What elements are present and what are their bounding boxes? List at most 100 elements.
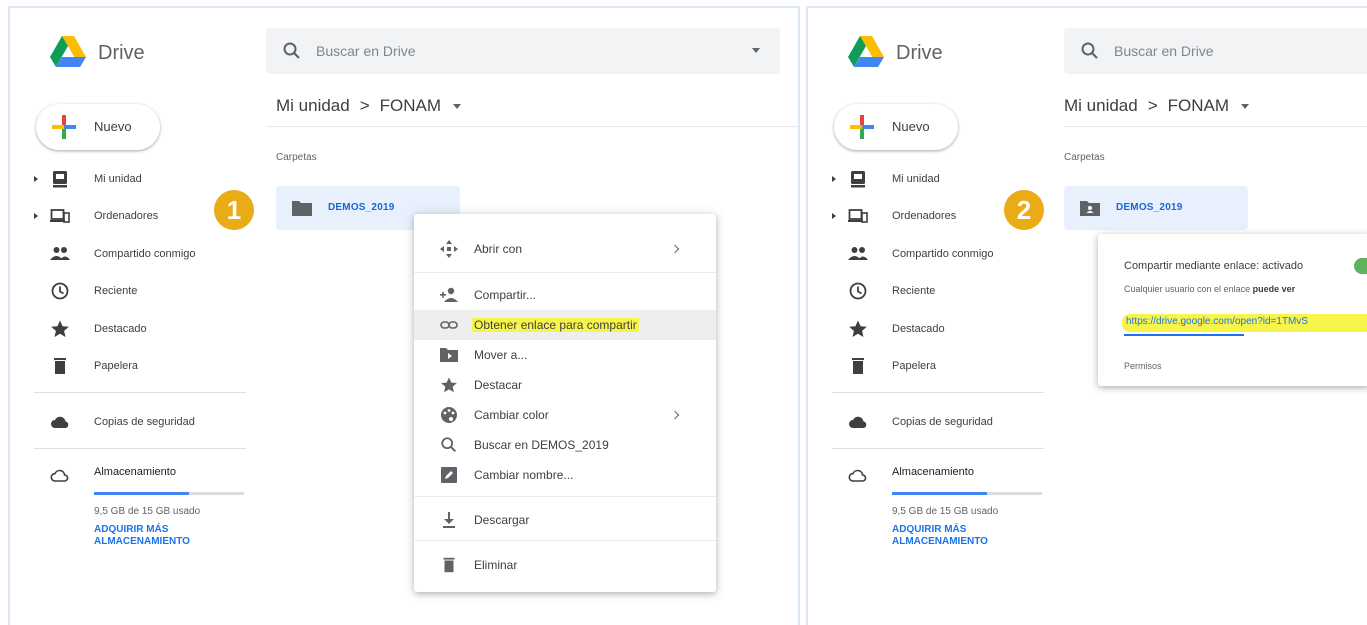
people-icon xyxy=(50,246,70,260)
sidebar-item-backups[interactable]: Copias de seguridad xyxy=(808,404,1048,440)
drive-logo-icon[interactable] xyxy=(50,36,86,68)
plus-icon xyxy=(52,115,76,139)
expand-arrow-icon[interactable] xyxy=(832,213,836,220)
search-placeholder: Buscar en Drive xyxy=(316,43,416,59)
sidebar-item-recent[interactable]: Reciente xyxy=(808,273,1048,311)
sidebar-divider xyxy=(832,448,1044,449)
trash-icon xyxy=(852,358,864,375)
breadcrumb: Mi unidad > FONAM xyxy=(1064,96,1250,116)
folder-item[interactable]: DEMOS_2019 xyxy=(1064,186,1248,230)
breadcrumb-current[interactable]: FONAM xyxy=(380,96,441,116)
computers-icon xyxy=(848,209,868,224)
link-field-underline xyxy=(1124,334,1244,336)
permissions-link[interactable]: Permisos xyxy=(1124,361,1162,371)
people-icon xyxy=(848,246,868,260)
menu-item-download[interactable]: Descargar xyxy=(414,505,716,535)
link-icon xyxy=(440,321,458,329)
menu-item-search-in[interactable]: Buscar en DEMOS_2019 xyxy=(414,430,716,460)
cloud-icon xyxy=(51,416,69,428)
expand-arrow-icon[interactable] xyxy=(832,175,836,182)
header-divider xyxy=(1064,126,1367,127)
storage-bar-fill xyxy=(892,492,987,495)
menu-item-open-with[interactable]: Abrir con xyxy=(414,234,716,264)
sidebar-item-trash[interactable]: Papelera xyxy=(808,348,1048,386)
breadcrumb-current[interactable]: FONAM xyxy=(1168,96,1229,116)
context-menu: Abrir con Compartir... Obtener enlace pa… xyxy=(414,214,716,592)
share-subtitle: Cualquier usuario con el enlace puede ve… xyxy=(1124,284,1296,294)
chevron-right-icon xyxy=(670,410,680,420)
menu-divider xyxy=(414,496,716,497)
menu-divider xyxy=(414,540,716,541)
menu-item-share[interactable]: Compartir... xyxy=(414,280,716,310)
storage-bar xyxy=(94,492,244,495)
storage-label: Almacenamiento xyxy=(892,466,974,478)
buy-storage-link[interactable]: ADQUIRIR MÁS ALMACENAMIENTO xyxy=(892,524,1012,548)
search-bar[interactable]: Buscar en Drive xyxy=(1064,28,1367,74)
share-person-icon xyxy=(440,287,458,302)
chevron-right-icon xyxy=(670,244,680,254)
shared-folder-icon xyxy=(1080,201,1100,216)
new-button-label: Nuevo xyxy=(94,119,132,134)
search-bar[interactable]: Buscar en Drive xyxy=(266,28,780,74)
drive-logo-icon[interactable] xyxy=(848,36,884,68)
star-icon xyxy=(849,320,867,337)
step-badge: 1 xyxy=(214,190,254,230)
folder-name: DEMOS_2019 xyxy=(1116,202,1183,213)
menu-item-change-color[interactable]: Cambiar color xyxy=(414,400,716,430)
breadcrumb-separator: > xyxy=(359,96,370,115)
share-permission[interactable]: puede ver xyxy=(1253,284,1296,294)
sidebar-item-my-drive[interactable]: Mi unidad xyxy=(808,160,1048,198)
sidebar-item-trash[interactable]: Papelera xyxy=(10,348,250,386)
breadcrumb-root[interactable]: Mi unidad xyxy=(276,96,350,116)
folder-name: DEMOS_2019 xyxy=(328,202,395,213)
storage-used: 9,5 GB de 15 GB usado xyxy=(94,506,201,517)
cloud-outline-icon xyxy=(50,469,69,482)
expand-arrow-icon[interactable] xyxy=(34,213,38,220)
menu-item-rename[interactable]: Cambiar nombre... xyxy=(414,460,716,490)
folder-icon xyxy=(292,201,312,216)
search-icon xyxy=(441,437,457,453)
expand-arrow-icon[interactable] xyxy=(34,175,38,182)
storage-bar-fill xyxy=(94,492,189,495)
computers-icon xyxy=(50,209,70,224)
sidebar-item-starred[interactable]: Destacado xyxy=(808,310,1048,348)
search-placeholder: Buscar en Drive xyxy=(1114,43,1214,59)
sidebar-item-my-drive[interactable]: Mi unidad xyxy=(10,160,250,198)
share-title: Compartir mediante enlace: activado xyxy=(1124,260,1304,272)
link-sharing-toggle[interactable] xyxy=(1354,258,1367,274)
menu-item-delete[interactable]: Eliminar xyxy=(414,550,716,580)
buy-storage-link[interactable]: ADQUIRIR MÁS ALMACENAMIENTO xyxy=(94,524,214,548)
star-icon xyxy=(51,320,69,337)
panel-step-2: Drive Buscar en Drive Mi unidad > FONAM … xyxy=(806,6,1367,625)
new-button[interactable]: Nuevo xyxy=(36,104,160,150)
menu-item-move[interactable]: Mover a... xyxy=(414,340,716,370)
sidebar-nav: Mi unidad Ordenadores Compartido conmigo… xyxy=(10,160,250,385)
move-folder-icon xyxy=(440,348,458,362)
sidebar-item-starred[interactable]: Destacado xyxy=(10,310,250,348)
sidebar-item-shared[interactable]: Compartido conmigo xyxy=(10,235,250,273)
sidebar-item-recent[interactable]: Reciente xyxy=(10,273,250,311)
share-link-field[interactable]: https://drive.google.com/open?id=1TMvS xyxy=(1122,314,1367,332)
sidebar-divider xyxy=(34,392,246,393)
new-button[interactable]: Nuevo xyxy=(834,104,958,150)
storage-bar xyxy=(892,492,1042,495)
section-title: Carpetas xyxy=(1064,152,1105,163)
breadcrumb-root[interactable]: Mi unidad xyxy=(1064,96,1138,116)
app-name: Drive xyxy=(98,42,145,64)
sidebar-item-backups[interactable]: Copias de seguridad xyxy=(10,404,250,440)
trash-icon xyxy=(443,557,455,573)
panel-step-1: Drive Buscar en Drive Mi unidad > FONAM … xyxy=(8,6,800,625)
chevron-down-icon[interactable] xyxy=(1241,103,1250,109)
chevron-down-icon[interactable] xyxy=(453,103,462,109)
share-link-popup: Compartir mediante enlace: activado Cual… xyxy=(1098,234,1367,386)
breadcrumb: Mi unidad > FONAM xyxy=(276,96,462,116)
cloud-icon xyxy=(849,416,867,428)
storage-label: Almacenamiento xyxy=(94,466,176,478)
sidebar-item-shared[interactable]: Compartido conmigo xyxy=(808,235,1048,273)
menu-item-get-link[interactable]: Obtener enlace para compartir xyxy=(414,310,716,340)
storage-section: Almacenamiento 9,5 GB de 15 GB usado ADQ… xyxy=(10,458,250,578)
search-options-icon[interactable] xyxy=(752,48,760,53)
plus-icon xyxy=(850,115,874,139)
step-badge: 2 xyxy=(1004,190,1044,230)
menu-item-star[interactable]: Destacar xyxy=(414,370,716,400)
